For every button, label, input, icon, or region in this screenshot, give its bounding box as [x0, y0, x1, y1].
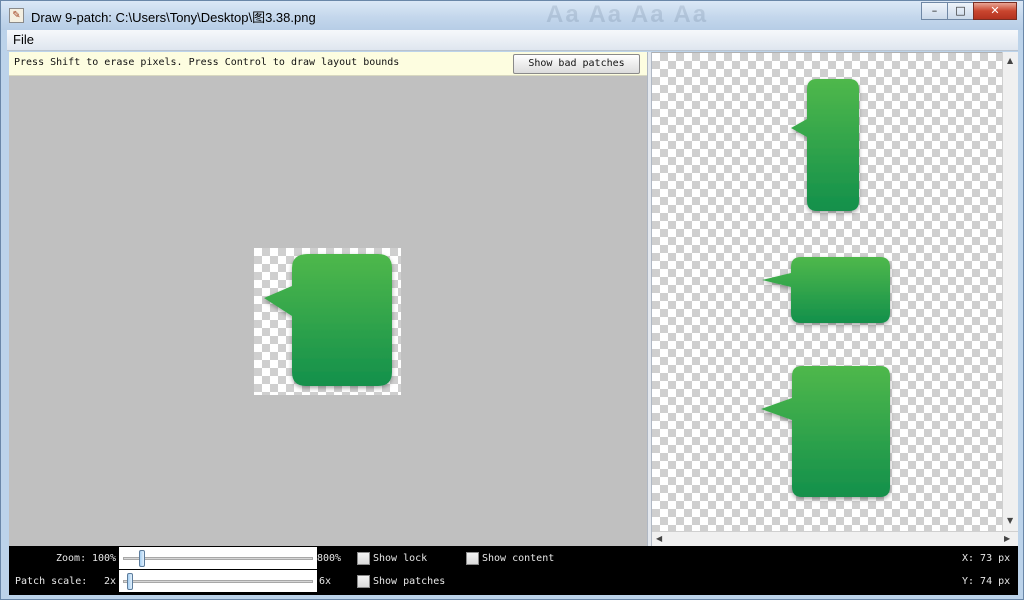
- patch-editor[interactable]: [9, 76, 647, 546]
- maximize-icon: □: [955, 4, 966, 17]
- hint-bar: Press Shift to erase pixels. Press Contr…: [9, 52, 647, 76]
- menu-file[interactable]: File: [13, 32, 34, 47]
- hint-text: Press Shift to erase pixels. Press Contr…: [14, 57, 400, 68]
- preview-vertical-scrollbar[interactable]: ▲ ▼: [1002, 52, 1018, 531]
- scroll-up-icon[interactable]: ▲: [1007, 56, 1013, 65]
- preview-bubble-tall: [791, 79, 859, 211]
- close-button[interactable]: ✕: [973, 2, 1017, 20]
- minimize-icon: –: [931, 4, 938, 17]
- preview-bubble-large: [761, 366, 890, 497]
- show-lock-label: Show lock: [373, 553, 428, 564]
- show-bad-patches-button[interactable]: Show bad patches: [513, 54, 640, 74]
- preview-horizontal-scrollbar[interactable]: ◀ ▶: [652, 531, 1018, 546]
- menu-bar: File: [7, 30, 1018, 51]
- scroll-right-icon[interactable]: ▶: [1004, 534, 1010, 543]
- show-patches-label: Show patches: [373, 576, 446, 587]
- close-icon: ✕: [990, 4, 1000, 17]
- scroll-left-icon[interactable]: ◀: [656, 534, 662, 543]
- zoom-max-label: 800%: [317, 553, 342, 564]
- y-coordinate-readout: Y: 74 px: [962, 576, 1011, 587]
- minimize-button[interactable]: –: [921, 2, 948, 20]
- patch-max-label: 6x: [319, 576, 332, 587]
- window-controls: – □ ✕: [921, 2, 1017, 20]
- preview-bubble-wide: [762, 257, 890, 323]
- patch-scale-label: Patch scale:: [15, 576, 88, 587]
- zoom-slider-thumb[interactable]: [139, 550, 145, 567]
- show-patches-checkbox[interactable]: [357, 575, 370, 588]
- maximize-button[interactable]: □: [947, 2, 974, 20]
- x-coordinate-readout: X: 73 px: [962, 553, 1011, 564]
- status-panel: Zoom: 100% 800% Show lock Show content X…: [9, 546, 1018, 595]
- zoom-slider[interactable]: [119, 547, 317, 569]
- preview-pane: [652, 52, 1002, 531]
- editor-bubble: [264, 254, 392, 386]
- editing-canvas[interactable]: [254, 248, 401, 395]
- show-lock-checkbox[interactable]: [357, 552, 370, 565]
- patch-min-label: 2x: [104, 576, 117, 587]
- patch-scale-slider-thumb[interactable]: [127, 573, 133, 590]
- title-bar[interactable]: ✎ Draw 9-patch: C:\Users\Tony\Desktop\图3…: [1, 1, 1023, 30]
- zoom-min-label: 100%: [92, 553, 117, 564]
- show-content-label: Show content: [482, 553, 555, 564]
- window-title: Draw 9-patch: C:\Users\Tony\Desktop\图3.3…: [31, 10, 316, 25]
- patch-scale-slider[interactable]: [119, 570, 317, 592]
- show-content-checkbox[interactable]: [466, 552, 479, 565]
- scroll-down-icon[interactable]: ▼: [1007, 516, 1013, 525]
- zoom-label: Zoom:: [56, 553, 87, 564]
- editor-bubble-image: [264, 254, 392, 386]
- background-ghost-text: Aa Aa Aa Aa: [546, 1, 709, 28]
- app-window: ✎ Draw 9-patch: C:\Users\Tony\Desktop\图3…: [0, 0, 1024, 600]
- preview-bubbles: [761, 79, 890, 497]
- app-icon: ✎: [9, 8, 24, 23]
